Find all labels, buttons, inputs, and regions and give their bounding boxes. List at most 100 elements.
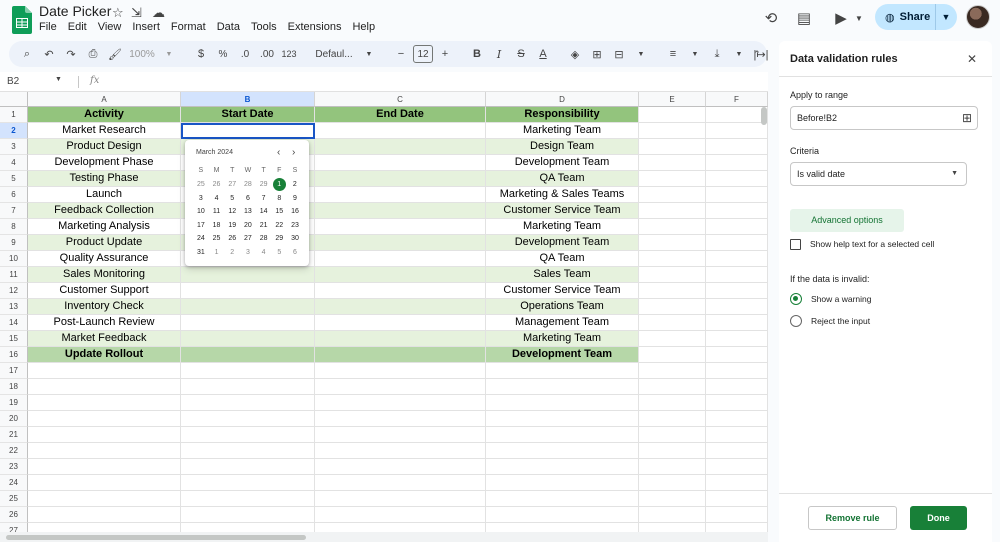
table-cell[interactable] bbox=[315, 427, 486, 443]
row-header[interactable]: 20 bbox=[0, 411, 28, 427]
table-cell[interactable] bbox=[486, 459, 639, 475]
table-cell[interactable] bbox=[706, 299, 768, 315]
table-cell[interactable] bbox=[706, 475, 768, 491]
table-cell[interactable]: Operations Team bbox=[486, 299, 639, 315]
show-warning-radio[interactable] bbox=[790, 293, 802, 305]
text-color-icon[interactable]: A bbox=[533, 44, 553, 64]
vertical-align-icon[interactable]: ⤓ bbox=[707, 44, 727, 64]
document-title[interactable]: Date Picker bbox=[39, 3, 111, 19]
italic-icon[interactable]: I bbox=[489, 44, 509, 64]
table-cell[interactable]: Marketing Team bbox=[486, 123, 639, 139]
table-cell[interactable] bbox=[639, 315, 706, 331]
table-cell[interactable]: Marketing Team bbox=[486, 219, 639, 235]
table-cell[interactable] bbox=[706, 283, 768, 299]
menu-tools[interactable]: Tools bbox=[251, 21, 277, 33]
table-cell[interactable] bbox=[315, 283, 486, 299]
decrease-decimal-button[interactable]: .0 bbox=[235, 44, 255, 64]
table-cell[interactable] bbox=[486, 411, 639, 427]
criteria-select[interactable]: Is valid date ▼ bbox=[790, 162, 967, 186]
table-cell[interactable] bbox=[315, 235, 486, 251]
table-cell[interactable] bbox=[706, 459, 768, 475]
calendar-day[interactable]: 10 bbox=[193, 205, 209, 218]
move-folder-icon[interactable]: ⇲ bbox=[131, 5, 142, 21]
reject-input-radio[interactable] bbox=[790, 315, 802, 327]
table-cell[interactable] bbox=[706, 155, 768, 171]
merge-caret-icon[interactable]: ▼ bbox=[631, 44, 651, 64]
calendar-day[interactable]: 5 bbox=[224, 192, 240, 205]
table-cell[interactable]: QA Team bbox=[486, 171, 639, 187]
table-cell[interactable]: Start Date bbox=[181, 107, 315, 123]
table-cell[interactable] bbox=[315, 507, 486, 523]
menu-help[interactable]: Help bbox=[352, 21, 375, 33]
calendar-day[interactable]: 26 bbox=[224, 232, 240, 245]
table-cell[interactable]: Sales Monitoring bbox=[28, 267, 181, 283]
calendar-day[interactable]: 8 bbox=[271, 192, 287, 205]
table-cell[interactable] bbox=[315, 219, 486, 235]
column-header-c[interactable]: C bbox=[315, 92, 486, 107]
table-cell[interactable] bbox=[315, 331, 486, 347]
table-cell[interactable] bbox=[706, 315, 768, 331]
row-header[interactable]: 6 bbox=[0, 187, 28, 203]
table-cell[interactable] bbox=[28, 507, 181, 523]
calendar-day[interactable]: 30 bbox=[287, 232, 303, 245]
table-cell[interactable]: Launch bbox=[28, 187, 181, 203]
font-size-decrease-button[interactable]: − bbox=[391, 44, 411, 64]
table-cell[interactable]: Testing Phase bbox=[28, 171, 181, 187]
column-header-e[interactable]: E bbox=[639, 92, 706, 107]
row-header[interactable]: 14 bbox=[0, 315, 28, 331]
table-cell[interactable] bbox=[181, 443, 315, 459]
calendar-day[interactable]: 18 bbox=[209, 219, 225, 232]
table-cell[interactable] bbox=[706, 171, 768, 187]
calendar-day[interactable]: 23 bbox=[287, 219, 303, 232]
table-cell[interactable] bbox=[28, 459, 181, 475]
font-caret-icon[interactable]: ▼ bbox=[359, 44, 379, 64]
calendar-day[interactable]: 7 bbox=[256, 192, 272, 205]
table-cell[interactable]: Inventory Check bbox=[28, 299, 181, 315]
calendar-day[interactable]: 29 bbox=[271, 232, 287, 245]
menu-format[interactable]: Format bbox=[171, 21, 206, 33]
table-cell[interactable] bbox=[639, 123, 706, 139]
table-cell[interactable] bbox=[315, 155, 486, 171]
remove-rule-button[interactable]: Remove rule bbox=[808, 506, 897, 530]
table-cell[interactable] bbox=[181, 491, 315, 507]
table-cell[interactable] bbox=[315, 491, 486, 507]
table-cell[interactable] bbox=[28, 363, 181, 379]
table-cell[interactable] bbox=[181, 363, 315, 379]
table-cell[interactable] bbox=[639, 171, 706, 187]
advanced-options-button[interactable]: Advanced options bbox=[790, 209, 904, 232]
row-header[interactable]: 12 bbox=[0, 283, 28, 299]
calendar-day[interactable]: 12 bbox=[224, 205, 240, 218]
table-cell[interactable] bbox=[639, 219, 706, 235]
font-size-input[interactable]: 12 bbox=[413, 45, 433, 63]
table-cell[interactable] bbox=[181, 299, 315, 315]
row-header[interactable]: 4 bbox=[0, 155, 28, 171]
table-cell[interactable] bbox=[639, 395, 706, 411]
calendar-day[interactable]: 4 bbox=[209, 192, 225, 205]
table-cell[interactable] bbox=[706, 507, 768, 523]
table-cell[interactable] bbox=[706, 267, 768, 283]
calendar-day[interactable]: 15 bbox=[271, 205, 287, 218]
table-cell[interactable] bbox=[706, 347, 768, 363]
table-cell[interactable] bbox=[706, 219, 768, 235]
table-cell[interactable]: Activity bbox=[28, 107, 181, 123]
table-cell[interactable] bbox=[706, 443, 768, 459]
table-cell[interactable]: Customer Service Team bbox=[486, 203, 639, 219]
table-cell[interactable] bbox=[315, 395, 486, 411]
vertical-scrollbar[interactable] bbox=[761, 107, 767, 125]
table-cell[interactable]: Market Feedback bbox=[28, 331, 181, 347]
row-header[interactable]: 10 bbox=[0, 251, 28, 267]
row-header[interactable]: 24 bbox=[0, 475, 28, 491]
table-cell[interactable] bbox=[181, 315, 315, 331]
calendar-day[interactable]: 2 bbox=[287, 178, 303, 191]
table-cell[interactable] bbox=[639, 363, 706, 379]
calendar-day[interactable]: 21 bbox=[256, 219, 272, 232]
table-cell[interactable]: Design Team bbox=[486, 139, 639, 155]
table-cell[interactable] bbox=[315, 299, 486, 315]
table-cell[interactable]: Product Design bbox=[28, 139, 181, 155]
column-header-b[interactable]: B bbox=[181, 92, 315, 107]
sheets-logo-icon[interactable] bbox=[12, 6, 32, 34]
table-cell[interactable] bbox=[28, 443, 181, 459]
calendar-day[interactable]: 16 bbox=[287, 205, 303, 218]
calendar-day[interactable]: 11 bbox=[209, 205, 225, 218]
row-header[interactable]: 17 bbox=[0, 363, 28, 379]
